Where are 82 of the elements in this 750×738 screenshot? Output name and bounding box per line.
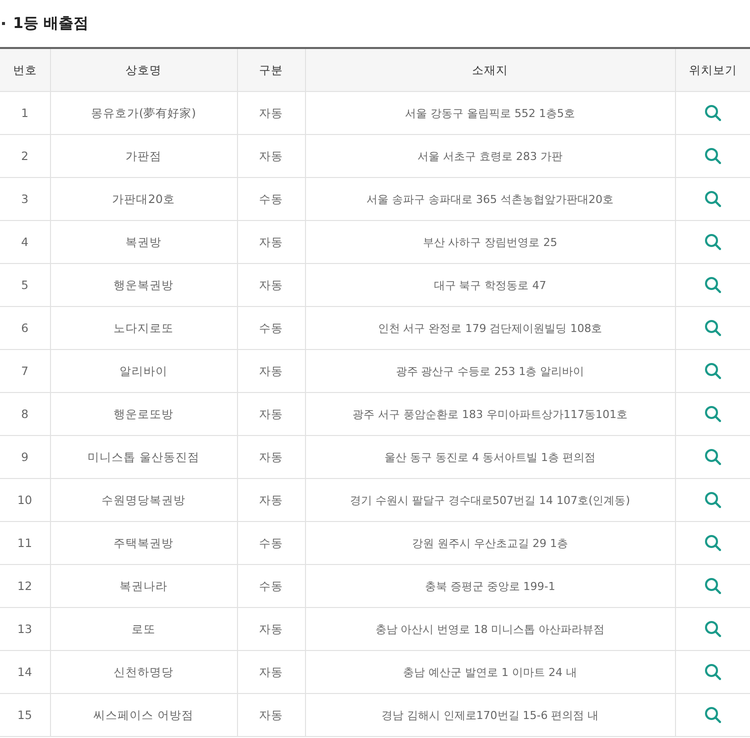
search-icon[interactable]: [704, 663, 722, 681]
store-name-cell: 알리바이: [50, 350, 237, 392]
address-cell: 광주 광산구 수등로 253 1층 알리바이: [305, 350, 675, 392]
number-cell: 1: [0, 92, 50, 134]
type-cell: 자동: [237, 264, 305, 306]
number-cell: 5: [0, 264, 50, 306]
address-cell: 서울 강동구 올림픽로 552 1층5호: [305, 92, 675, 134]
search-icon[interactable]: [704, 405, 722, 423]
store-name-cell: 복권나라: [50, 564, 237, 608]
store-name-cell: 가판대20호: [50, 178, 237, 220]
store-name-cell: 행운로또방: [50, 392, 237, 436]
search-icon[interactable]: [704, 448, 722, 466]
store-name-cell: 복권방: [50, 220, 237, 264]
search-icon[interactable]: [704, 319, 722, 337]
type-cell: 자동: [237, 478, 305, 522]
address-cell: 대구 북구 학정동로 47: [305, 264, 675, 306]
search-icon[interactable]: [704, 276, 722, 294]
number-cell: 4: [0, 220, 50, 264]
search-icon[interactable]: [704, 577, 722, 595]
type-cell: 자동: [237, 392, 305, 436]
store-name-cell: 수원명당복권방: [50, 478, 237, 522]
store-name-cell: 주택복권방: [50, 522, 237, 564]
type-cell: 자동: [237, 350, 305, 392]
address-cell: 서울 서초구 효령로 283 가판: [305, 134, 675, 178]
address-cell: 울산 동구 동진로 4 동서아트빌 1층 편의점: [305, 436, 675, 478]
type-cell: 자동: [237, 92, 305, 134]
number-cell: 15: [0, 694, 50, 736]
search-icon[interactable]: [704, 233, 722, 251]
type-cell: 자동: [237, 220, 305, 264]
search-icon[interactable]: [704, 620, 722, 638]
store-name-cell: 행운복권방: [50, 264, 237, 306]
search-icon[interactable]: [704, 190, 722, 208]
type-cell: 수동: [237, 178, 305, 220]
store-name-cell: 씨스페이스 어방점: [50, 694, 237, 736]
number-cell: 14: [0, 650, 50, 694]
search-icon[interactable]: [704, 706, 722, 724]
number-cell: 10: [0, 478, 50, 522]
bullet-icon: [2, 22, 5, 25]
type-cell: 수동: [237, 306, 305, 350]
address-cell: 충북 증평군 중앙로 199-1: [305, 564, 675, 608]
store-name-cell: 미니스톱 울산동진점: [50, 436, 237, 478]
column-header: 구분: [237, 48, 305, 92]
search-icon[interactable]: [704, 534, 722, 552]
number-cell: 12: [0, 564, 50, 608]
number-cell: 6: [0, 306, 50, 350]
address-cell: 광주 서구 풍암순환로 183 우미아파트상가117동101호: [305, 392, 675, 436]
address-cell: 부산 사하구 장림번영로 25: [305, 220, 675, 264]
number-cell: 7: [0, 350, 50, 392]
store-name-cell: 노다지로또: [50, 306, 237, 350]
type-cell: 자동: [237, 694, 305, 736]
address-cell: 인천 서구 완정로 179 검단제이원빌딩 108호: [305, 306, 675, 350]
search-icon[interactable]: [704, 147, 722, 165]
number-cell: 8: [0, 392, 50, 436]
address-cell: 강원 원주시 우산초교길 29 1층: [305, 522, 675, 564]
section-title: 1등 배출점: [13, 14, 89, 33]
number-cell: 3: [0, 178, 50, 220]
address-cell: 충남 예산군 발연로 1 이마트 24 내: [305, 650, 675, 694]
column-header: 번호: [0, 48, 50, 92]
type-cell: 자동: [237, 436, 305, 478]
address-cell: 충남 아산시 번영로 18 미니스톱 아산파라뷰점: [305, 608, 675, 650]
number-cell: 11: [0, 522, 50, 564]
type-cell: 수동: [237, 522, 305, 564]
search-icon[interactable]: [704, 104, 722, 122]
column-header: 위치보기: [675, 48, 750, 92]
number-cell: 9: [0, 436, 50, 478]
search-icon[interactable]: [704, 491, 722, 509]
search-icon[interactable]: [704, 362, 722, 380]
address-cell: 서울 송파구 송파대로 365 석촌농협앞가판대20호: [305, 178, 675, 220]
type-cell: 자동: [237, 650, 305, 694]
type-cell: 자동: [237, 134, 305, 178]
number-cell: 13: [0, 608, 50, 650]
store-name-cell: 신천하명당: [50, 650, 237, 694]
number-cell: 2: [0, 134, 50, 178]
store-name-cell: 몽유호가(夢有好家): [50, 92, 237, 134]
address-cell: 경기 수원시 팔달구 경수대로507번길 14 107호(인계동): [305, 478, 675, 522]
store-name-cell: 가판점: [50, 134, 237, 178]
store-name-cell: 로또: [50, 608, 237, 650]
column-header: 상호명: [50, 48, 237, 92]
type-cell: 자동: [237, 608, 305, 650]
address-cell: 경남 김해시 인제로170번길 15-6 편의점 내: [305, 694, 675, 736]
column-header: 소재지: [305, 48, 675, 92]
type-cell: 수동: [237, 564, 305, 608]
